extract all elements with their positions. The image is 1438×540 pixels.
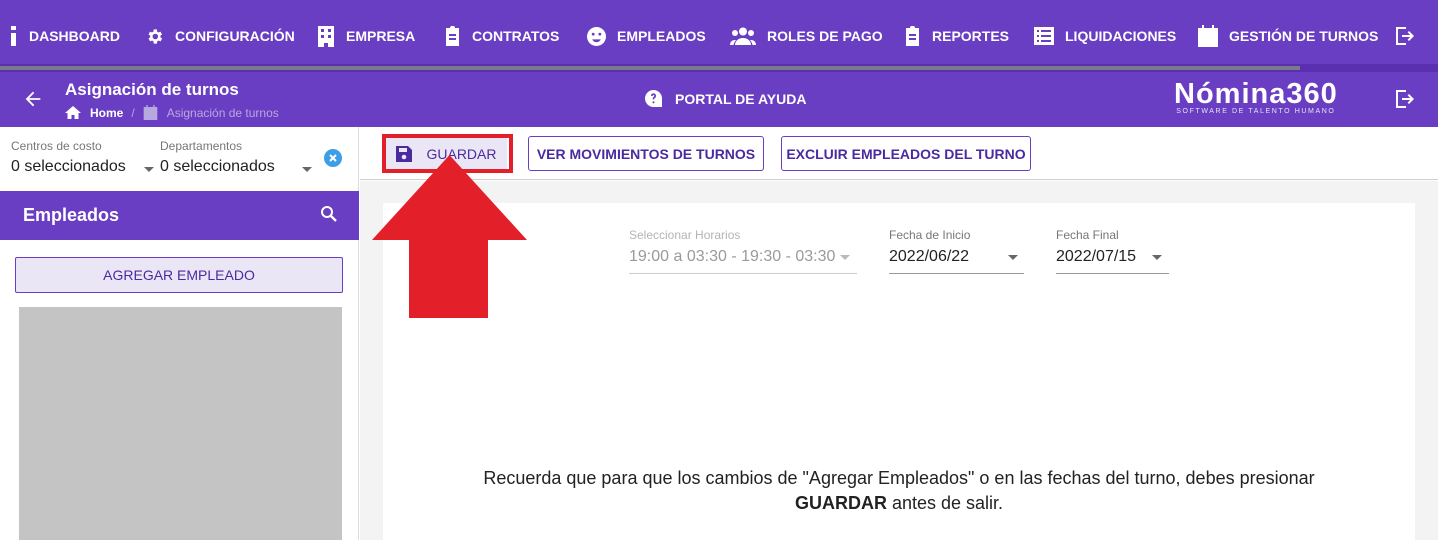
- breadcrumb-home[interactable]: Home: [90, 106, 123, 120]
- annotation-arrow-icon: [372, 155, 527, 318]
- notice-bold-save: GUARDAR: [794, 493, 887, 513]
- start-date-value: 2022/06/22: [889, 248, 970, 265]
- clipboard-icon: [446, 26, 459, 46]
- logout-button[interactable]: [1396, 0, 1427, 72]
- breadcrumb-separator: /: [131, 105, 135, 120]
- view-shift-movements-button[interactable]: VER MOVIMIENTOS DE TURNOS: [528, 136, 764, 171]
- brand-logo: Nómina360 SOFTWARE DE TALENTO HUMANO: [1174, 78, 1338, 115]
- nav-empresa-label: EMPRESA: [346, 28, 416, 44]
- home-icon: [65, 106, 81, 119]
- chevron-down-icon: [144, 167, 154, 172]
- exclude-employees-button[interactable]: EXCLUIR EMPLEADOS DEL TURNO: [781, 136, 1031, 171]
- clear-filters-button[interactable]: [324, 149, 342, 167]
- employee-sidebar: Centros de costo 0 seleccionados Departa…: [0, 127, 359, 540]
- nav-configuracion[interactable]: CONFIGURACIÓN: [145, 0, 295, 72]
- brand-tagline: SOFTWARE DE TALENTO HUMANO: [1176, 108, 1336, 115]
- help-icon: [645, 90, 662, 107]
- clipboard-icon: [906, 26, 919, 46]
- nav-scroll-thumb[interactable]: [0, 66, 1300, 70]
- close-icon: [329, 154, 337, 162]
- employee-list-placeholder: [19, 307, 342, 540]
- dashboard-icon: [11, 26, 16, 46]
- chevron-down-icon: [1152, 255, 1162, 260]
- page-header: Asignación de turnos Home / Asignación d…: [0, 72, 1438, 127]
- help-portal-link[interactable]: PORTAL DE AYUDA: [645, 90, 806, 107]
- nav-empleados[interactable]: EMPLEADOS: [587, 0, 706, 72]
- end-date-label: Fecha Final: [1056, 228, 1119, 242]
- nav-dashboard-label: DASHBOARD: [29, 28, 120, 44]
- nav-configuracion-label: CONFIGURACIÓN: [175, 28, 295, 44]
- nav-gestion-de-turnos[interactable]: GESTIÓN DE TURNOS: [1198, 0, 1378, 72]
- chevron-down-icon: [302, 167, 312, 172]
- schedule-value: 19:00 a 03:30 - 19:30 - 03:30: [629, 248, 836, 265]
- help-portal-label: PORTAL DE AYUDA: [675, 90, 807, 107]
- building-icon: [318, 25, 334, 47]
- save-reminder-notice: Recuerda que para que los cambios de "Ag…: [383, 466, 1415, 516]
- employees-header: Empleados: [0, 191, 359, 240]
- nav-gestion-de-turnos-label: GESTIÓN DE TURNOS: [1229, 28, 1379, 44]
- users-icon: [730, 27, 756, 45]
- notice-line-2-rest: antes de salir.: [886, 493, 1004, 513]
- schedule-select: Seleccionar Horarios 19:00 a 03:30 - 19:…: [629, 228, 857, 274]
- breadcrumb: Home / Asignación de turnos: [65, 105, 279, 120]
- logout-icon[interactable]: [1396, 90, 1416, 108]
- nav-liquidaciones-label: LIQUIDACIONES: [1065, 28, 1177, 44]
- nav-empleados-label: EMPLEADOS: [617, 28, 706, 44]
- cost-center-select[interactable]: Centros de costo 0 seleccionados: [11, 139, 156, 198]
- list-icon: [1034, 27, 1054, 45]
- gear-icon: [148, 28, 163, 44]
- nav-reportes-label: REPORTES: [932, 28, 1010, 44]
- page-title: Asignación de turnos: [65, 80, 239, 99]
- department-label: Departamentos: [160, 139, 243, 153]
- chevron-down-icon: [840, 255, 850, 260]
- nav-dashboard[interactable]: DASHBOARD: [10, 0, 120, 72]
- logout-icon: [1396, 27, 1414, 45]
- notice-line-1: Recuerda que para que los cambios de "Ag…: [483, 468, 1315, 488]
- cost-center-label: Centros de costo: [11, 139, 102, 153]
- calendar-icon: [1198, 25, 1218, 47]
- nav-roles-de-pago[interactable]: ROLES DE PAGO: [730, 0, 883, 72]
- start-date-label: Fecha de Inicio: [889, 228, 971, 242]
- calendar-icon: [143, 105, 158, 120]
- nav-roles-de-pago-label: ROLES DE PAGO: [767, 28, 883, 44]
- nav-empresa[interactable]: EMPRESA: [317, 0, 415, 72]
- nav-contratos-label: CONTRATOS: [472, 28, 560, 44]
- nav-contratos[interactable]: CONTRATOS: [444, 0, 559, 72]
- department-value: 0 seleccionados: [160, 158, 275, 175]
- end-date-select[interactable]: Fecha Final 2022/07/15: [1056, 228, 1169, 274]
- face-icon: [587, 26, 606, 46]
- nav-scroll-track: [0, 64, 1438, 72]
- nav-liquidaciones[interactable]: LIQUIDACIONES: [1034, 0, 1176, 72]
- brand-name: Nómina360: [1174, 78, 1338, 110]
- nav-reportes[interactable]: REPORTES: [904, 0, 1009, 72]
- department-select[interactable]: Departamentos 0 seleccionados: [160, 139, 318, 198]
- start-date-select[interactable]: Fecha de Inicio 2022/06/22: [889, 228, 1024, 274]
- top-navigation: DASHBOARD CONFIGURACIÓN EMPRESA CONTRATO…: [0, 0, 1438, 72]
- breadcrumb-current: Asignación de turnos: [166, 105, 279, 120]
- chevron-down-icon: [1008, 255, 1018, 260]
- add-employee-button[interactable]: AGREGAR EMPLEADO: [15, 257, 343, 293]
- cost-center-value: 0 seleccionados: [11, 158, 126, 175]
- back-arrow-icon[interactable]: [22, 88, 44, 110]
- schedule-label: Seleccionar Horarios: [629, 228, 741, 242]
- notice-line-2: GUARDAR antes de salir.: [383, 491, 1415, 516]
- employees-title: Empleados: [23, 205, 120, 225]
- search-icon[interactable]: [320, 205, 338, 223]
